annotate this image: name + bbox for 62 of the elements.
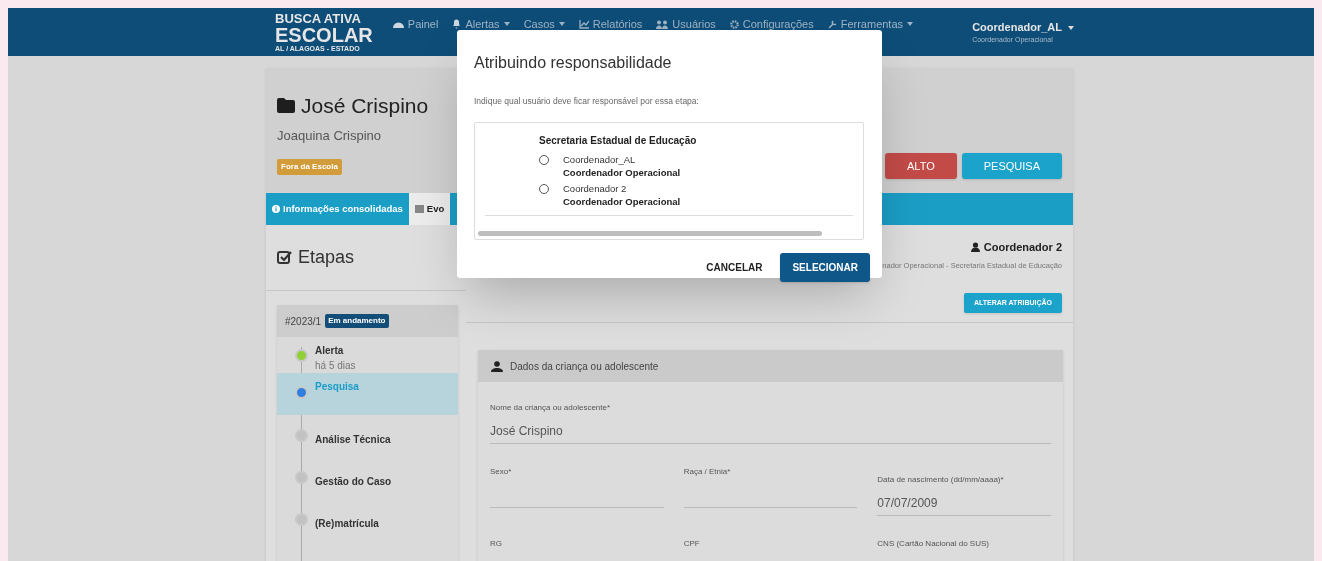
status-badge: Fora da Escola bbox=[277, 159, 342, 175]
user-option-name: Coordenador 2 bbox=[563, 181, 628, 195]
bell-icon bbox=[452, 19, 462, 29]
brand-title: BUSCA ATIVA bbox=[275, 12, 362, 25]
section-title: Etapas bbox=[298, 246, 355, 269]
guardian-name: Joaquina Crispino bbox=[277, 126, 382, 145]
field-label: Nome da criança ou adolescente* bbox=[490, 402, 612, 414]
input-field[interactable]: 07/07/2009 bbox=[877, 494, 1051, 516]
select-button[interactable]: SELECIONAR bbox=[780, 252, 870, 282]
caret-icon[interactable] bbox=[1068, 26, 1074, 30]
folder-icon bbox=[277, 98, 295, 114]
nav-link[interactable]: Casos bbox=[523, 15, 565, 33]
field-label: Sexo* bbox=[490, 466, 513, 478]
user-name[interactable]: Coordenador_AL bbox=[972, 18, 1062, 35]
timeline-step[interactable]: Análise Técnica bbox=[277, 415, 458, 457]
wrench-icon bbox=[827, 19, 837, 29]
card-title: Dados da criança ou adolescente bbox=[510, 359, 659, 374]
field-label: RG bbox=[490, 538, 503, 550]
users-icon bbox=[656, 19, 669, 29]
user-option-role: Coordenador Operacional bbox=[563, 194, 681, 208]
nav-link[interactable]: Ferramentas bbox=[827, 15, 914, 33]
assignee-name: Coordenador 2 bbox=[983, 240, 1062, 255]
dialog-hint: Indique qual usuário deve ficar responsável por essa etapa: bbox=[474, 95, 700, 108]
status-badge: Em andamento bbox=[325, 314, 389, 328]
timeline-step[interactable]: Gestão do Caso bbox=[277, 457, 458, 499]
dialog-title: Atribuindo responsabilidade bbox=[474, 53, 673, 73]
person-icon bbox=[491, 360, 503, 372]
scrollbar[interactable] bbox=[478, 230, 822, 236]
nav-link[interactable]: Usuários bbox=[656, 15, 716, 33]
field-label: CNS (Cartão Nacional do SUS) bbox=[877, 538, 990, 550]
brand-title: ESCOLAR bbox=[275, 25, 373, 45]
input-field[interactable]: José Crispino bbox=[490, 422, 1051, 444]
checkbox-icon bbox=[277, 250, 292, 265]
step-label: Pesquisa bbox=[315, 380, 359, 394]
tab[interactable]: Evo bbox=[408, 193, 451, 225]
settings-icon bbox=[729, 19, 739, 29]
step-label: (Re)matrícula bbox=[315, 516, 379, 531]
step-time: há 5 dias bbox=[315, 359, 356, 373]
user-icon bbox=[970, 242, 980, 253]
case-number: #2023/1 bbox=[285, 314, 322, 329]
info-icon bbox=[272, 205, 280, 213]
user-option-role: Coordenador Operacional bbox=[563, 165, 681, 179]
step-label: Análise Técnica bbox=[315, 432, 391, 447]
nav-link[interactable]: Configurações bbox=[729, 15, 814, 33]
action-button[interactable]: ALTO bbox=[885, 153, 957, 179]
nav-link[interactable]: Painel bbox=[392, 15, 439, 33]
nav-link[interactable]: Relatórios bbox=[578, 15, 643, 33]
timeline-step[interactable]: (Re)matrícula bbox=[277, 499, 458, 541]
step-label: Alerta bbox=[315, 344, 345, 358]
field-label: Data de nascimento (dd/mm/aaaa)* bbox=[877, 474, 1005, 486]
nav-link[interactable]: Alertas bbox=[452, 15, 510, 33]
field-label: CPF bbox=[683, 538, 701, 550]
field-label: Raça / Etnia* bbox=[683, 466, 732, 478]
timeline-step[interactable]: Alerta há 5 dias bbox=[277, 337, 458, 373]
cancel-button[interactable]: CANCELAR bbox=[706, 259, 763, 275]
child-name: José Crispino bbox=[301, 93, 429, 119]
user-option-name: Coordenador_AL bbox=[563, 152, 637, 166]
action-button[interactable]: PESQUISA bbox=[961, 153, 1062, 179]
group-title: Secretaria Estadual de Educação bbox=[539, 133, 698, 148]
gauge-icon bbox=[392, 20, 404, 28]
step-label: Gestão do Caso bbox=[315, 474, 392, 489]
chart-icon bbox=[578, 19, 589, 29]
